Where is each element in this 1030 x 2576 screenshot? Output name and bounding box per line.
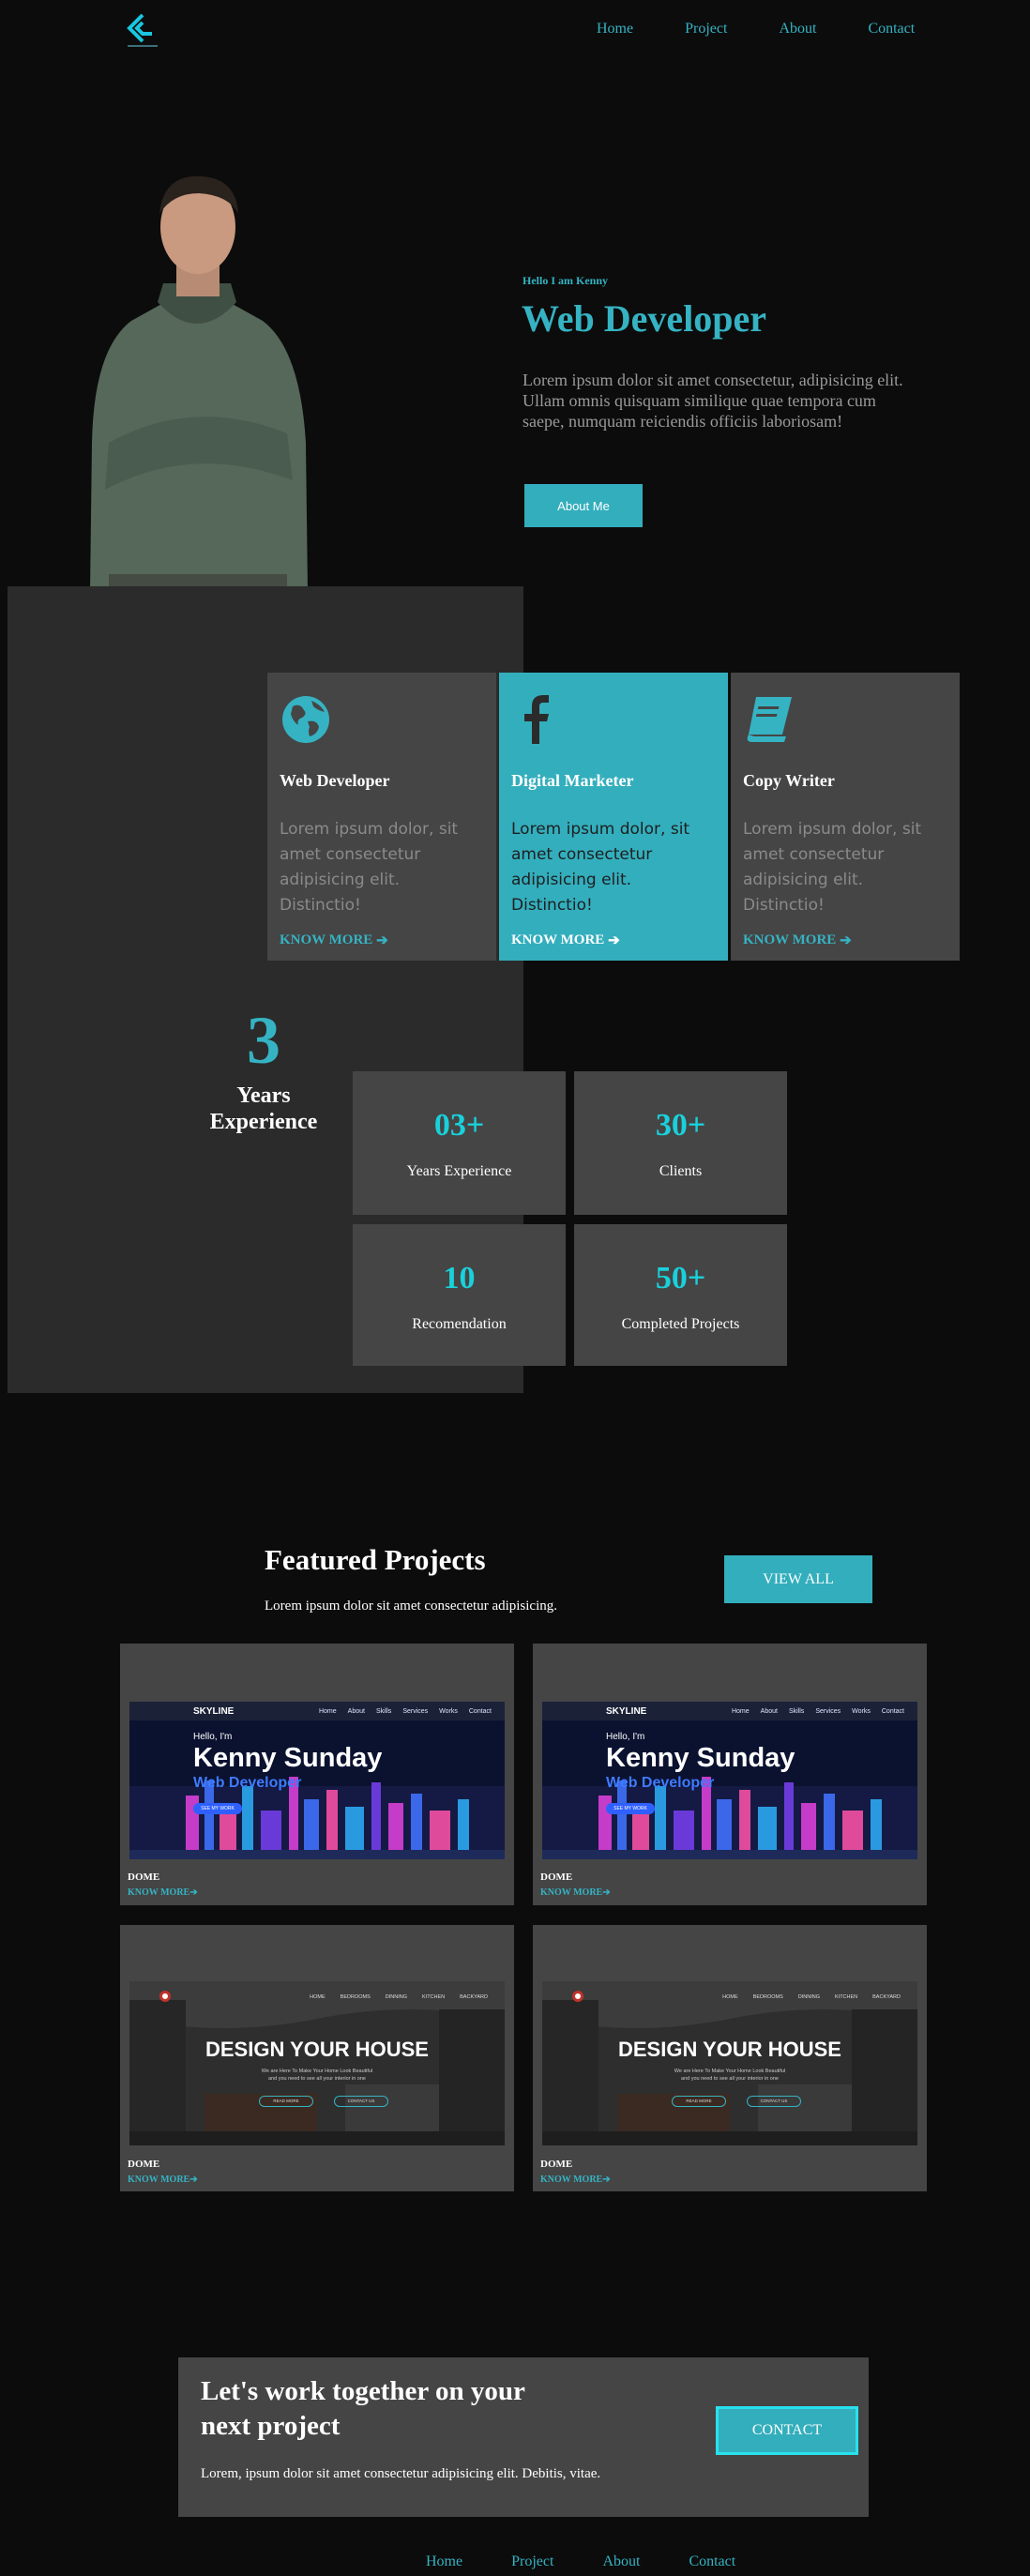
service-title: Web Developer <box>280 771 390 790</box>
service-card-copy-writer[interactable]: Copy Writer Lorem ipsum dolor, sit amet … <box>731 673 960 961</box>
about-me-button[interactable]: About Me <box>524 484 643 527</box>
project-card[interactable]: SKYLINE Home About Skills Services Works Cont… <box>533 1644 927 1905</box>
hero-title: Web Developer <box>522 297 767 340</box>
skyline-brand: SKYLINE <box>606 1705 647 1717</box>
stat-value: 10 <box>443 1261 476 1296</box>
see-my-work-button: SEE MY WORK <box>193 1803 242 1814</box>
hero-greeting: Hello I am Kenny <box>523 274 609 287</box>
experience-number: 3 <box>247 1003 280 1078</box>
cta-text: Lorem, ipsum dolor sit amet consectetur … <box>201 2466 601 2481</box>
house-hero: HOME BEDROOMS DINNING KITCHEN BACKYARD DESIG… <box>129 1981 505 2145</box>
footer-about[interactable]: About <box>602 2553 640 2570</box>
skyline-links: Home About Skills Services Works Contact <box>731 1707 904 1715</box>
arrow-right-icon: ➔ <box>189 2174 198 2185</box>
interior-office-image <box>542 1981 917 2145</box>
contact-button[interactable]: CONTACT <box>716 2406 858 2455</box>
project-card[interactable]: HOME BEDROOMS DINNING KITCHEN BACKYARD DESIG… <box>533 1925 927 2191</box>
skyline-nav: SKYLINE Home About Skills Services Works Cont… <box>129 1702 505 1720</box>
know-more-link[interactable]: KNOW MORE ➔ <box>743 932 852 949</box>
house-logo-icon <box>572 1991 583 2002</box>
read-more-button: READ MORE <box>259 2096 313 2107</box>
know-more-link[interactable]: KNOW MORE➔ <box>540 2174 611 2185</box>
footer-project[interactable]: Project <box>511 2553 553 2570</box>
service-card-digital-marketer[interactable]: Digital Marketer Lorem ipsum dolor, sit … <box>499 673 728 961</box>
arrow-right-icon: ➔ <box>189 1887 198 1898</box>
project-name: DOME <box>540 1871 573 1883</box>
arrow-right-icon: ➔ <box>376 933 388 948</box>
house-logo-icon <box>159 1991 171 2002</box>
stat-label: Years Experience <box>406 1163 512 1179</box>
project-name: DOME <box>540 2159 573 2170</box>
know-more-link[interactable]: KNOW MORE➔ <box>128 2174 198 2185</box>
stat-value: 30+ <box>655 1108 706 1143</box>
book-icon <box>747 697 792 742</box>
know-more-link[interactable]: KNOW MORE➔ <box>128 1887 198 1898</box>
city-skyline-image <box>542 1720 917 1859</box>
service-title: Copy Writer <box>743 771 835 790</box>
project-card[interactable]: SKYLINE Home About Skills Services Works Cont… <box>120 1644 514 1905</box>
know-more-link[interactable]: KNOW MORE ➔ <box>280 932 388 949</box>
skyline-hero: Hello, I'm Kenny Sunday Web Developer SE… <box>129 1720 505 1859</box>
service-text: Lorem ipsum dolor, sit amet consectetur … <box>743 820 922 915</box>
stat-box: 30+ Clients <box>574 1071 787 1215</box>
read-more-button: READ MORE <box>672 2096 726 2107</box>
service-text: Lorem ipsum dolor, sit amet consectetur … <box>511 820 690 915</box>
arrow-right-icon: ➔ <box>608 933 620 948</box>
project-screenshot-skyline: SKYLINE Home About Skills Services Works Cont… <box>542 1702 917 1859</box>
stat-value: 50+ <box>655 1261 706 1296</box>
cta-box: Let's work together on your next project… <box>178 2357 869 2517</box>
service-card-web-developer[interactable]: Web Developer Lorem ipsum dolor, sit ame… <box>267 673 496 961</box>
stat-label: Completed Projects <box>621 1316 740 1332</box>
skyline-links: Home About Skills Services Works Contact <box>318 1707 492 1715</box>
footer-home[interactable]: Home <box>426 2553 462 2570</box>
view-all-button[interactable]: VIEW ALL <box>724 1555 872 1603</box>
see-my-work-button: SEE MY WORK <box>606 1803 655 1814</box>
stat-value: 03+ <box>433 1108 485 1143</box>
nav-about[interactable]: About <box>779 21 816 38</box>
globe-icon <box>282 696 329 743</box>
arrow-right-icon: ➔ <box>840 933 852 948</box>
project-screenshot-house: HOME BEDROOMS DINNING KITCHEN BACKYARD DESIG… <box>129 1981 505 2145</box>
projects-title: Featured Projects <box>265 1543 486 1576</box>
projects-subtitle: Lorem ipsum dolor sit amet consectetur a… <box>265 1599 558 1614</box>
project-screenshot-skyline: SKYLINE Home About Skills Services Works Cont… <box>129 1702 505 1859</box>
house-links: HOME BEDROOMS DINNING KITCHEN BACKYARD <box>722 1994 901 2000</box>
arrow-right-icon: ➔ <box>602 1887 611 1898</box>
cta-title: Let's work together on your next project <box>201 2376 525 2441</box>
nav-home[interactable]: Home <box>597 21 633 38</box>
know-more-link[interactable]: KNOW MORE➔ <box>540 1887 611 1898</box>
project-card[interactable]: HOME BEDROOMS DINNING KITCHEN BACKYARD DESIG… <box>120 1925 514 2191</box>
service-title: Digital Marketer <box>511 771 634 790</box>
experience-label: Years Experience <box>209 1083 318 1134</box>
skyline-hero: Hello, I'm Kenny Sunday Web Developer SE… <box>542 1720 917 1859</box>
stat-box: 10 Recomendation <box>353 1224 566 1366</box>
interior-office-image <box>129 1981 505 2145</box>
service-text: Lorem ipsum dolor, sit amet consectetur … <box>280 820 459 915</box>
stat-label: Clients <box>659 1163 703 1179</box>
footer-contact[interactable]: Contact <box>689 2553 735 2570</box>
nav-contact[interactable]: Contact <box>868 21 915 38</box>
nav-project[interactable]: Project <box>685 21 727 38</box>
skyline-nav: SKYLINE Home About Skills Services Works Cont… <box>542 1702 917 1720</box>
arrow-right-icon: ➔ <box>602 2174 611 2185</box>
contact-us-button: CONTACT US <box>747 2096 801 2107</box>
know-more-link[interactable]: KNOW MORE ➔ <box>511 932 620 949</box>
house-hero: HOME BEDROOMS DINNING KITCHEN BACKYARD DESIG… <box>542 1981 917 2145</box>
project-name: DOME <box>128 2159 160 2170</box>
stat-box: 03+ Years Experience <box>353 1071 566 1215</box>
contact-us-button: CONTACT US <box>334 2096 388 2107</box>
facebook-icon <box>524 695 549 744</box>
skyline-brand: SKYLINE <box>193 1705 235 1717</box>
footer-nav: Home Project About Contact <box>426 2553 784 2570</box>
project-name: DOME <box>128 1871 160 1883</box>
city-skyline-image <box>129 1720 505 1859</box>
hero-portrait <box>90 175 308 591</box>
stat-label: Recomendation <box>412 1316 507 1332</box>
house-links: HOME BEDROOMS DINNING KITCHEN BACKYARD <box>310 1994 488 2000</box>
top-nav: Home Project About Contact <box>597 21 966 38</box>
hero-description: Lorem ipsum dolor sit amet consectetur, … <box>523 371 903 431</box>
logo-icon[interactable] <box>122 11 163 51</box>
project-screenshot-house: HOME BEDROOMS DINNING KITCHEN BACKYARD DESIG… <box>542 1981 917 2145</box>
stat-box: 50+ Completed Projects <box>574 1224 787 1366</box>
